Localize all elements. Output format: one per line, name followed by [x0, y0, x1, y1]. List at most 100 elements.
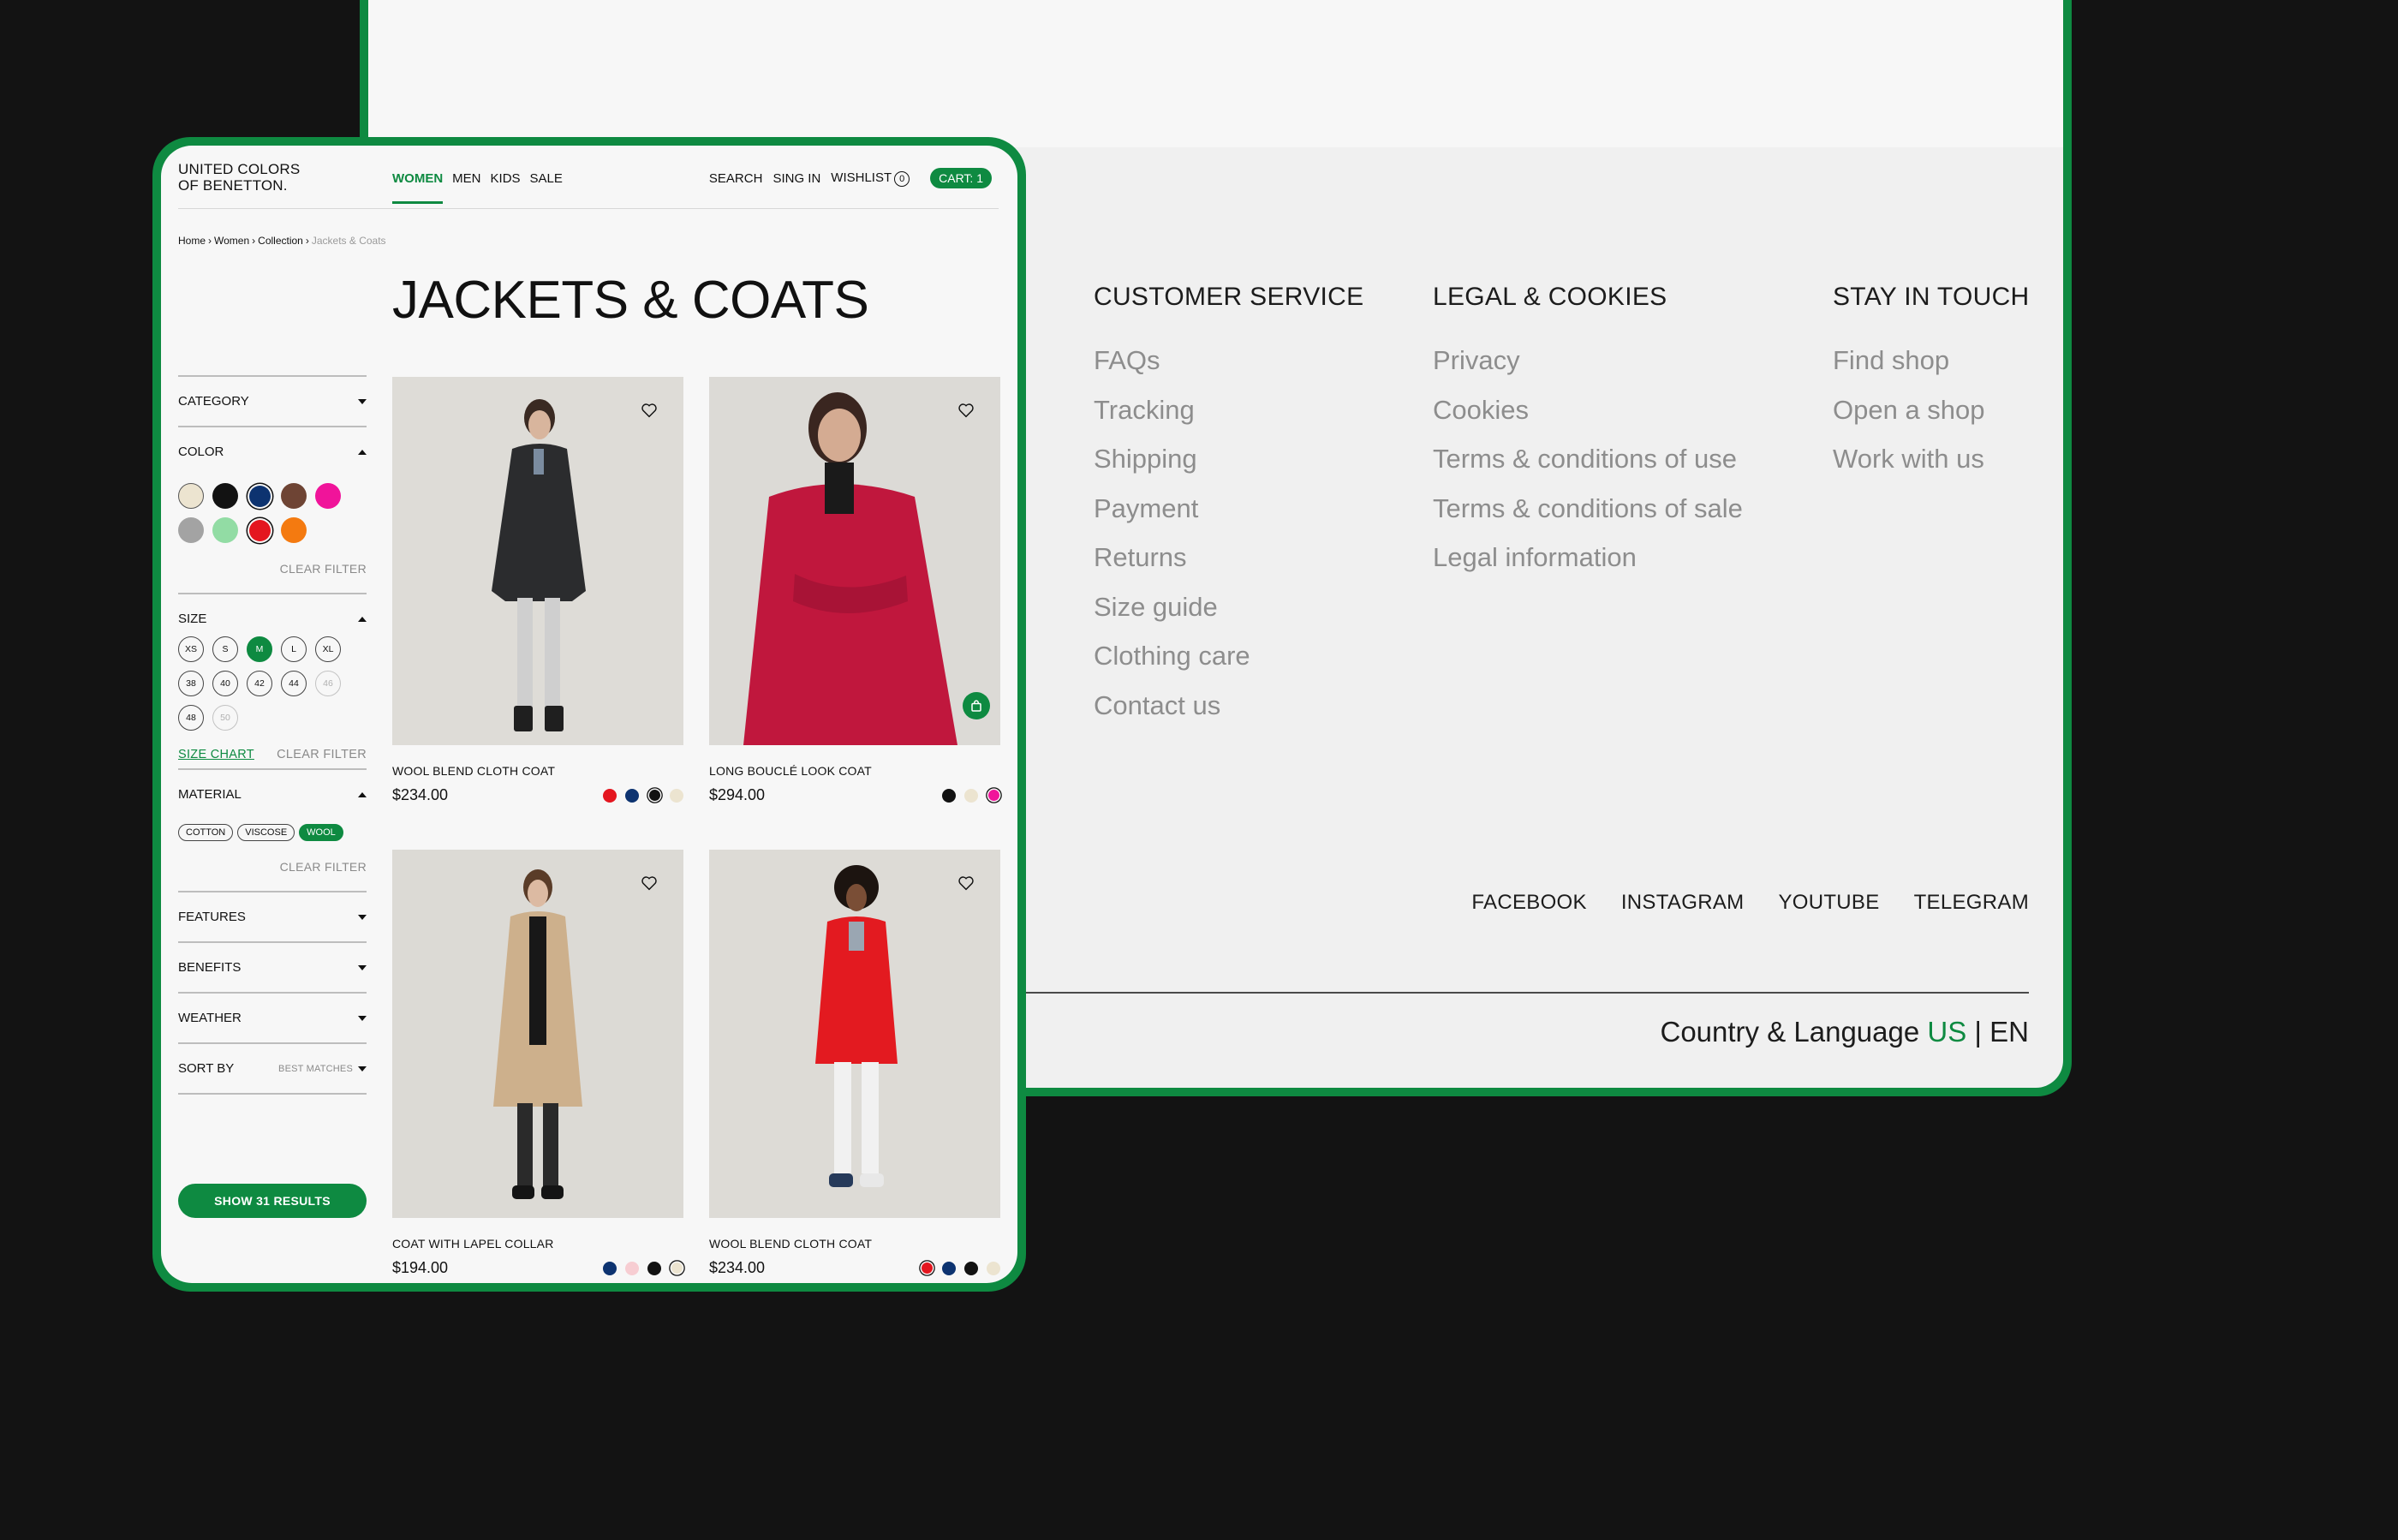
size-option[interactable]: 38 — [178, 671, 204, 696]
product-image[interactable] — [392, 377, 683, 745]
color-swatch[interactable] — [248, 485, 271, 507]
nav-women[interactable]: WOMEN — [392, 171, 444, 204]
footer-link-payment[interactable]: Payment — [1094, 492, 1363, 525]
color-swatch[interactable] — [178, 483, 204, 509]
footer-link-terms-use[interactable]: Terms & conditions of use — [1433, 443, 1775, 475]
footer-link-privacy[interactable]: Privacy — [1433, 344, 1775, 377]
social-link-instagram[interactable]: INSTAGRAM — [1621, 891, 1745, 915]
show-results-button[interactable]: SHOW 31 RESULTS — [178, 1184, 367, 1218]
filter-category[interactable]: CATEGORY — [178, 375, 367, 426]
filter-weather[interactable]: WEATHER — [178, 992, 367, 1042]
material-chip[interactable]: COTTON — [178, 824, 234, 841]
filter-material-header[interactable]: MATERIAL — [178, 787, 367, 802]
product-image[interactable] — [392, 850, 683, 1218]
size-option[interactable]: XS — [178, 636, 204, 662]
product-color-dot[interactable] — [603, 788, 617, 803]
footer-link-returns[interactable]: Returns — [1094, 541, 1363, 574]
product-color-dot[interactable] — [647, 1261, 661, 1275]
nav-sale[interactable]: SALE — [530, 171, 563, 204]
size-option[interactable]: 42 — [247, 671, 272, 696]
filter-size-header[interactable]: SIZE — [178, 612, 367, 626]
product-color-dot[interactable] — [964, 1261, 978, 1275]
nav-kids[interactable]: KIDS — [491, 171, 521, 204]
footer-link-tracking[interactable]: Tracking — [1094, 394, 1363, 427]
country-language-selector[interactable]: Country & Language US | EN — [1660, 1016, 2029, 1048]
product-color-dot[interactable] — [648, 790, 660, 801]
social-link-youtube[interactable]: YOUTUBE — [1778, 891, 1879, 915]
size-chart-link[interactable]: SIZE CHART — [178, 748, 254, 761]
size-option[interactable]: 44 — [281, 671, 307, 696]
product-color-dot[interactable] — [625, 788, 639, 803]
footer-link-terms-sale[interactable]: Terms & conditions of sale — [1433, 492, 1775, 525]
wishlist-heart-icon[interactable] — [957, 875, 975, 891]
breadcrumb-women[interactable]: Women — [214, 235, 249, 247]
product-color-dot[interactable] — [921, 1262, 933, 1274]
size-option[interactable]: XL — [315, 636, 341, 662]
filter-color-header[interactable]: COLOR — [178, 445, 367, 459]
product-card[interactable]: LONG BOUCLÉ LOOK COAT $294.00 — [709, 377, 1000, 804]
color-swatch[interactable] — [212, 483, 238, 509]
footer-link-find-shop[interactable]: Find shop — [1833, 344, 2030, 377]
product-image[interactable] — [709, 850, 1000, 1218]
product-color-dot[interactable] — [670, 788, 683, 803]
breadcrumb-home[interactable]: Home — [178, 235, 206, 247]
product-color-options — [942, 788, 1000, 803]
material-chip[interactable]: VISCOSE — [237, 824, 295, 841]
footer-link-size-guide[interactable]: Size guide — [1094, 591, 1363, 624]
size-option[interactable]: 40 — [212, 671, 238, 696]
size-option[interactable]: 50 — [212, 705, 238, 731]
product-color-dot[interactable] — [625, 1261, 639, 1275]
footer-link-work-with-us[interactable]: Work with us — [1833, 443, 2030, 475]
product-color-dot[interactable] — [987, 1261, 1000, 1275]
wishlist-heart-icon[interactable] — [957, 403, 975, 418]
footer-link-legal-info[interactable]: Legal information — [1433, 541, 1775, 574]
footer-link-shipping[interactable]: Shipping — [1094, 443, 1363, 475]
color-swatch[interactable] — [248, 519, 271, 541]
color-swatch[interactable] — [315, 483, 341, 509]
product-card[interactable]: COAT WITH LAPEL COLLAR $194.00 — [392, 850, 683, 1277]
nav-men[interactable]: MEN — [452, 171, 480, 204]
cart-button[interactable]: CART: 1 — [930, 168, 992, 188]
clear-material-filter-button[interactable]: CLEAR FILTER — [178, 860, 367, 874]
footer-link-faqs[interactable]: FAQs — [1094, 344, 1363, 377]
filter-benefits[interactable]: BENEFITS — [178, 941, 367, 992]
product-color-dot[interactable] — [942, 1261, 956, 1275]
clear-color-filter-button[interactable]: CLEAR FILTER — [178, 562, 367, 576]
size-option[interactable]: 48 — [178, 705, 204, 731]
search-link[interactable]: SEARCH — [709, 171, 763, 186]
color-swatch[interactable] — [212, 517, 238, 543]
color-swatch[interactable] — [281, 517, 307, 543]
sign-in-link[interactable]: SING IN — [772, 171, 820, 186]
breadcrumb-collection[interactable]: Collection — [258, 235, 303, 247]
size-option[interactable]: S — [212, 636, 238, 662]
product-color-dot[interactable] — [942, 788, 956, 803]
wishlist-link[interactable]: WISHLIST 0 — [831, 170, 910, 187]
product-color-dot[interactable] — [964, 788, 978, 803]
footer-link-clothing-care[interactable]: Clothing care — [1094, 640, 1363, 672]
product-image[interactable] — [709, 377, 1000, 745]
product-name: COAT WITH LAPEL COLLAR — [392, 1237, 554, 1251]
filter-features[interactable]: FEATURES — [178, 891, 367, 941]
social-link-telegram[interactable]: TELEGRAM — [1914, 891, 2029, 915]
add-to-bag-button[interactable] — [963, 692, 990, 719]
product-card[interactable]: WOOL BLEND CLOTH COAT $234.00 — [709, 850, 1000, 1277]
wishlist-heart-icon[interactable] — [641, 403, 658, 418]
wishlist-heart-icon[interactable] — [641, 875, 658, 891]
product-color-dot[interactable] — [987, 790, 999, 801]
brand-logo[interactable]: UNITED COLORS OF BENETTON. — [178, 161, 300, 194]
sort-by-select[interactable]: SORT BY BEST MATCHES — [178, 1042, 367, 1095]
product-color-dot[interactable] — [603, 1261, 617, 1275]
clear-size-filter-button[interactable]: CLEAR FILTER — [277, 748, 367, 761]
footer-link-contact-us[interactable]: Contact us — [1094, 689, 1363, 722]
footer-link-cookies[interactable]: Cookies — [1433, 394, 1775, 427]
material-chip[interactable]: WOOL — [299, 824, 343, 841]
social-link-facebook[interactable]: FACEBOOK — [1471, 891, 1586, 915]
footer-link-open-shop[interactable]: Open a shop — [1833, 394, 2030, 427]
size-option[interactable]: L — [281, 636, 307, 662]
color-swatch[interactable] — [281, 483, 307, 509]
size-option[interactable]: 46 — [315, 671, 341, 696]
product-card[interactable]: WOOL BLEND CLOTH COAT $234.00 — [392, 377, 683, 804]
product-color-dot[interactable] — [671, 1262, 683, 1274]
size-option[interactable]: M — [247, 636, 272, 662]
color-swatch[interactable] — [178, 517, 204, 543]
